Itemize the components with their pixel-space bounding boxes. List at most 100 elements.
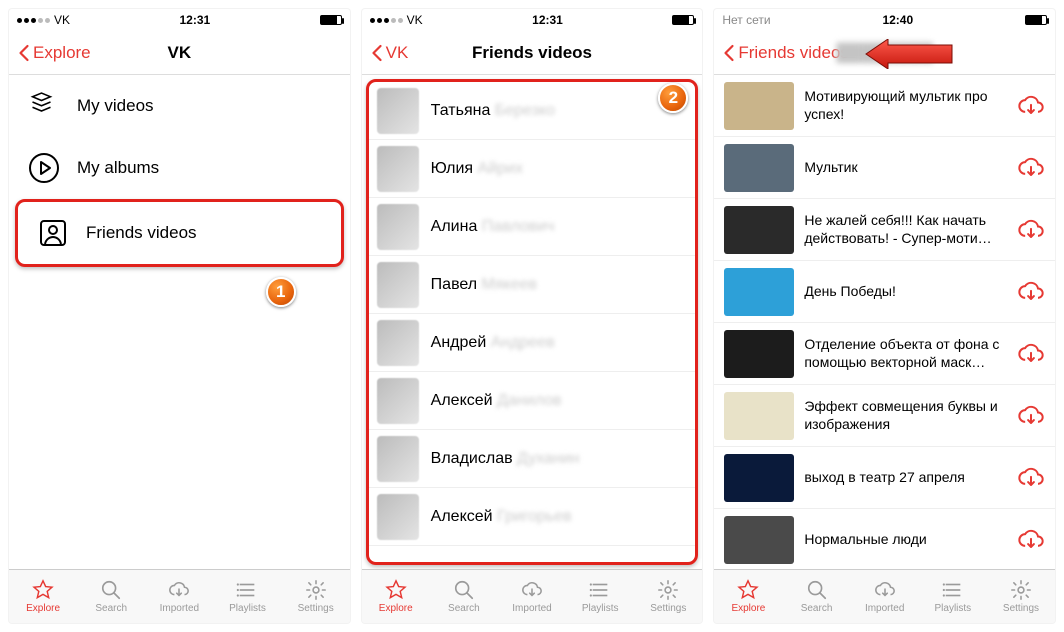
menu-my-videos[interactable]: My videos xyxy=(9,75,350,137)
video-title: Мультик xyxy=(804,159,1007,177)
person-frame-icon xyxy=(36,216,70,250)
navbar: VK Friends videos xyxy=(362,31,703,75)
video-row[interactable]: Отделение объекта от фона с помощью вект… xyxy=(714,323,1055,385)
video-row[interactable]: Нормальные люди xyxy=(714,509,1055,569)
download-icon[interactable] xyxy=(1017,526,1045,554)
tab-search[interactable]: Search xyxy=(77,570,145,623)
friend-name: Татьяна Березко xyxy=(431,102,555,120)
tab-search[interactable]: Search xyxy=(430,570,498,623)
menu-my-albums[interactable]: My albums xyxy=(9,137,350,199)
tab-bar: Explore Search Imported Playlists Settin… xyxy=(9,569,350,623)
tab-search[interactable]: Search xyxy=(782,570,850,623)
video-thumbnail xyxy=(724,516,794,564)
friend-name: Владислав Духанин xyxy=(431,450,580,468)
tab-explore[interactable]: Explore xyxy=(9,570,77,623)
tab-playlists[interactable]: Playlists xyxy=(213,570,281,623)
clock: 12:31 xyxy=(423,13,673,27)
back-label: Friends videos xyxy=(738,43,849,63)
chevron-left-icon xyxy=(722,43,736,63)
status-bar: VK 12:31 xyxy=(362,9,703,31)
download-icon[interactable] xyxy=(1017,464,1045,492)
battery-icon xyxy=(320,15,342,25)
screen-video-list: Нет сети 12:40 Friends videos ████████ М… xyxy=(713,8,1056,624)
video-thumbnail xyxy=(724,392,794,440)
friend-name: Алина Павлович xyxy=(431,218,555,236)
download-icon[interactable] xyxy=(1017,402,1045,430)
video-row[interactable]: Не жалей себя!!! Как начать действовать!… xyxy=(714,199,1055,261)
tab-imported[interactable]: Imported xyxy=(851,570,919,623)
video-row[interactable]: День Победы! xyxy=(714,261,1055,323)
tab-imported[interactable]: Imported xyxy=(498,570,566,623)
friend-row[interactable]: Алина Павлович xyxy=(369,198,696,256)
video-thumbnail xyxy=(724,330,794,378)
avatar xyxy=(377,262,419,308)
status-bar: VK 12:31 xyxy=(9,9,350,31)
video-row[interactable]: Мультик xyxy=(714,137,1055,199)
friend-row[interactable]: Владислав Духанин xyxy=(369,430,696,488)
friend-row[interactable]: Алексей Данилов xyxy=(369,372,696,430)
tab-explore[interactable]: Explore xyxy=(362,570,430,623)
video-title: День Победы! xyxy=(804,283,1007,301)
video-thumbnail xyxy=(724,268,794,316)
friend-row[interactable]: Андрей Андреев xyxy=(369,314,696,372)
video-thumbnail xyxy=(724,82,794,130)
tab-settings[interactable]: Settings xyxy=(634,570,702,623)
chevron-left-icon xyxy=(17,43,31,63)
avatar xyxy=(377,378,419,424)
download-icon[interactable] xyxy=(1017,340,1045,368)
battery-icon xyxy=(1025,15,1047,25)
avatar xyxy=(377,494,419,540)
friend-name: Юлия Айрих xyxy=(431,160,523,178)
avatar xyxy=(377,146,419,192)
back-button[interactable]: Explore xyxy=(17,43,91,63)
friend-row[interactable]: Татьяна Березко xyxy=(369,82,696,140)
annotation-badge-1: 1 xyxy=(266,277,296,307)
friend-name: Алексей Данилов xyxy=(431,392,562,410)
avatar xyxy=(377,320,419,366)
avatar xyxy=(377,88,419,134)
chevron-left-icon xyxy=(370,43,384,63)
video-row[interactable]: Эффект совмещения буквы и изображения xyxy=(714,385,1055,447)
menu-list: My videos My albums Friends videos xyxy=(9,75,350,569)
friend-row[interactable]: Юлия Айрих xyxy=(369,140,696,198)
video-list: Мотивирующий мультик про успех! Мультик … xyxy=(714,75,1055,569)
video-row[interactable]: Мотивирующий мультик про успех! xyxy=(714,75,1055,137)
tab-settings[interactable]: Settings xyxy=(282,570,350,623)
download-icon[interactable] xyxy=(1017,154,1045,182)
tab-explore[interactable]: Explore xyxy=(714,570,782,623)
back-label: VK xyxy=(386,43,409,63)
carrier: Нет сети xyxy=(722,13,770,27)
menu-label: Friends videos xyxy=(86,223,197,243)
clock: 12:31 xyxy=(70,13,320,27)
tab-imported[interactable]: Imported xyxy=(145,570,213,623)
tab-bar: Explore Search Imported Playlists Settin… xyxy=(714,569,1055,623)
video-thumbnail xyxy=(724,454,794,502)
video-title: выход в театр 27 апреля xyxy=(804,469,1007,487)
back-button[interactable]: VK xyxy=(370,43,409,63)
tab-playlists[interactable]: Playlists xyxy=(566,570,634,623)
video-row[interactable]: выход в театр 27 апреля xyxy=(714,447,1055,509)
tab-settings[interactable]: Settings xyxy=(987,570,1055,623)
video-title: Мотивирующий мультик про успех! xyxy=(804,88,1007,123)
video-title: Эффект совмещения буквы и изображения xyxy=(804,398,1007,433)
friend-row[interactable]: Алексей Григорьев xyxy=(369,488,696,546)
friend-name: Андрей Андреев xyxy=(431,334,555,352)
clock: 12:40 xyxy=(771,13,1025,27)
video-title: Нормальные люди xyxy=(804,531,1007,549)
download-icon[interactable] xyxy=(1017,278,1045,306)
video-title: Не жалей себя!!! Как начать действовать!… xyxy=(804,212,1007,247)
download-icon[interactable] xyxy=(1017,216,1045,244)
annotation-arrow xyxy=(864,39,954,69)
video-thumbnail xyxy=(724,144,794,192)
avatar xyxy=(377,436,419,482)
back-label: Explore xyxy=(33,43,91,63)
menu-friends-videos[interactable]: Friends videos xyxy=(15,199,344,267)
carrier: VK xyxy=(54,13,70,27)
tab-bar: Explore Search Imported Playlists Settin… xyxy=(362,569,703,623)
back-button[interactable]: Friends videos xyxy=(722,43,849,63)
play-circle-icon xyxy=(27,151,61,185)
download-icon[interactable] xyxy=(1017,92,1045,120)
tab-playlists[interactable]: Playlists xyxy=(919,570,987,623)
screen-vk-menu: VK 12:31 Explore VK My videos My albums … xyxy=(8,8,351,624)
friend-row[interactable]: Павел Мякеев xyxy=(369,256,696,314)
